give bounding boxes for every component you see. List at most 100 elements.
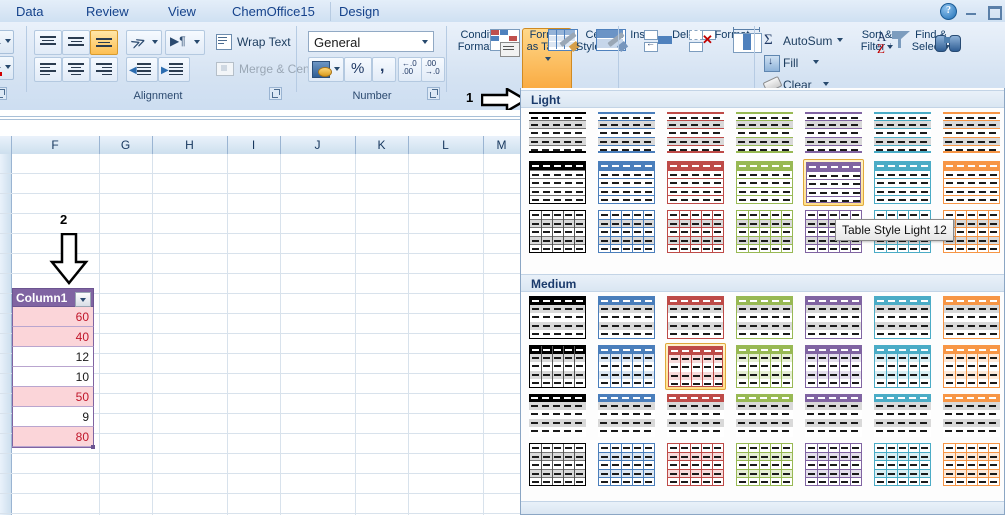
find-select-button[interactable]: Find & Select — [904, 28, 961, 96]
tab-view[interactable]: View — [160, 2, 204, 21]
fill-button[interactable]: ↓ Fill — [760, 52, 822, 74]
minimize-icon[interactable] — [964, 4, 979, 18]
wrap-text-button[interactable]: Wrap Text — [212, 30, 309, 55]
table-style-thumbnail[interactable] — [527, 159, 588, 206]
column-header-h[interactable]: H — [152, 136, 228, 154]
table-style-thumbnail[interactable] — [734, 159, 795, 206]
table-style-thumbnail[interactable] — [872, 159, 933, 206]
sort-filter-button[interactable]: A Z ↓ Sort & Filter — [850, 28, 910, 96]
table-style-thumbnail[interactable] — [941, 294, 1002, 341]
table-style-thumbnail[interactable] — [527, 294, 588, 341]
table-style-thumbnail[interactable] — [803, 294, 864, 341]
column-header-g[interactable]: G — [99, 136, 153, 154]
table-style-thumbnail[interactable] — [872, 343, 933, 390]
table-style-thumbnail[interactable] — [596, 441, 657, 488]
text-direction-button[interactable]: ▶¶ — [165, 30, 205, 55]
tab-chemoffice15[interactable]: ChemOffice15 — [224, 2, 323, 21]
table-style-thumbnail[interactable] — [872, 441, 933, 488]
help-icon[interactable]: ? — [940, 2, 957, 20]
table-style-thumbnail[interactable] — [734, 392, 795, 439]
tab-data[interactable]: Data — [8, 2, 51, 21]
number-dialog-launcher[interactable] — [427, 87, 440, 100]
autosum-button[interactable]: Σ AutoSum — [760, 30, 846, 52]
column-header-i[interactable]: I — [227, 136, 281, 154]
column-header-l[interactable]: L — [408, 136, 484, 154]
table-style-thumbnail[interactable] — [665, 392, 726, 439]
tab-review[interactable]: Review — [78, 2, 137, 21]
table-row[interactable]: 50 — [12, 387, 94, 407]
column-header-f[interactable]: F — [11, 136, 100, 154]
percent-style-button[interactable]: % — [344, 57, 372, 82]
insert-cells-button[interactable]: ← Insert — [622, 28, 672, 96]
table-row[interactable]: 10 — [12, 367, 94, 387]
increase-decimal-button[interactable]: ←.0.00 — [398, 57, 422, 82]
table-style-thumbnail[interactable] — [665, 294, 726, 341]
table-style-thumbnail[interactable] — [527, 208, 588, 255]
grow-font-button[interactable]: A — [0, 30, 14, 54]
table-style-thumbnail[interactable] — [941, 159, 1002, 206]
table-style-thumbnail[interactable] — [872, 392, 933, 439]
align-middle-button[interactable] — [62, 30, 90, 55]
table-style-thumbnail[interactable] — [527, 392, 588, 439]
decrease-indent-button[interactable]: ◀ — [126, 57, 158, 82]
table-style-thumbnail[interactable] — [803, 343, 864, 390]
column-header-k[interactable]: K — [355, 136, 409, 154]
table-style-thumbnail[interactable] — [941, 441, 1002, 488]
table-resize-handle[interactable] — [91, 445, 95, 449]
table-style-thumbnail[interactable] — [872, 294, 933, 341]
table-style-thumbnail[interactable] — [803, 110, 864, 157]
column-header-j[interactable]: J — [280, 136, 356, 154]
table-style-thumbnail[interactable] — [803, 441, 864, 488]
table-style-thumbnail[interactable] — [596, 343, 657, 390]
align-right-button[interactable] — [90, 57, 118, 82]
column-header-m[interactable]: M — [483, 136, 520, 154]
font-dialog-launcher[interactable] — [0, 87, 7, 100]
table-style-thumbnail[interactable] — [596, 159, 657, 206]
cell-styles-button[interactable]: Cell Styles — [572, 28, 629, 96]
table-style-thumbnail[interactable] — [734, 294, 795, 341]
table-style-thumbnail[interactable] — [665, 343, 726, 390]
table-style-thumbnail[interactable] — [596, 294, 657, 341]
table-style-thumbnail[interactable] — [665, 159, 726, 206]
table-style-thumbnail[interactable] — [941, 110, 1002, 157]
tab-design[interactable]: Design — [330, 2, 387, 21]
format-cells-button[interactable]: Format — [710, 27, 762, 96]
table-row[interactable]: 80 — [12, 427, 94, 447]
table-style-thumbnail[interactable] — [941, 343, 1002, 390]
comma-style-button[interactable]: , — [372, 57, 396, 82]
align-bottom-button[interactable] — [90, 30, 118, 55]
table-style-thumbnail[interactable] — [941, 392, 1002, 439]
alignment-dialog-launcher[interactable] — [269, 87, 282, 100]
decrease-decimal-button[interactable]: .00 →.0 — [421, 57, 445, 82]
restore-icon[interactable] — [986, 4, 1002, 20]
table-style-thumbnail[interactable] — [596, 208, 657, 255]
table-style-thumbnail[interactable] — [596, 392, 657, 439]
table-style-thumbnail[interactable] — [734, 208, 795, 255]
orientation-button[interactable]: ≫ — [126, 30, 162, 55]
table-header-cell[interactable]: Column1 — [12, 288, 94, 307]
table-style-thumbnail[interactable] — [596, 110, 657, 157]
table-style-thumbnail[interactable] — [803, 159, 864, 206]
accounting-format-button[interactable] — [308, 57, 344, 82]
font-color-button[interactable]: A — [0, 56, 14, 80]
align-top-button[interactable] — [34, 30, 62, 55]
table-style-thumbnail[interactable] — [734, 441, 795, 488]
table-style-thumbnail[interactable] — [872, 110, 933, 157]
increase-indent-button[interactable]: ▶ — [158, 57, 190, 82]
align-center-button[interactable] — [62, 57, 90, 82]
table-style-thumbnail[interactable] — [734, 110, 795, 157]
table-row[interactable]: 40 — [12, 327, 94, 347]
format-as-table-button[interactable]: Format as Table — [522, 28, 581, 96]
table-style-thumbnail[interactable] — [527, 343, 588, 390]
table-style-thumbnail[interactable] — [665, 441, 726, 488]
table-style-thumbnail[interactable] — [665, 208, 726, 255]
filter-dropdown-icon[interactable] — [75, 292, 91, 307]
align-left-button[interactable] — [34, 57, 62, 82]
table-row[interactable]: 12 — [12, 347, 94, 367]
table-style-thumbnail[interactable] — [665, 110, 726, 157]
conditional-formatting-button[interactable]: Conditional Formatting — [454, 28, 522, 96]
table-style-thumbnail[interactable] — [803, 392, 864, 439]
table-row[interactable]: 60 — [12, 307, 94, 327]
table-row[interactable]: 9 — [12, 407, 94, 427]
table-style-thumbnail[interactable] — [527, 110, 588, 157]
